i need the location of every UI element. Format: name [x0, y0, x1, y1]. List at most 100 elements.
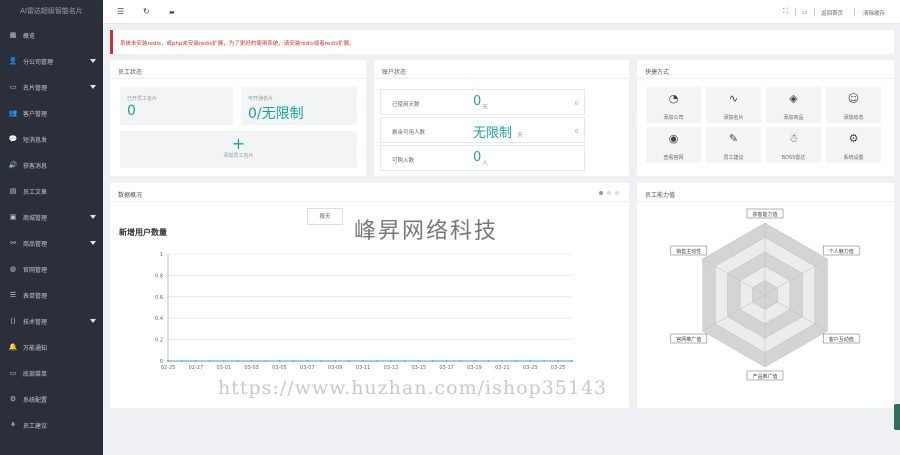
- divider: [637, 78, 894, 79]
- data-point: [167, 360, 169, 362]
- sidebar-item[interactable]: ▭ 底部菜单: [0, 360, 103, 386]
- x-tick-label: 03-09: [328, 365, 343, 371]
- data-point: [222, 360, 225, 362]
- sidebar-item-label: 底部菜单: [23, 370, 48, 378]
- stat-label: 可开通名片: [248, 96, 274, 102]
- sidebar-item[interactable]: ▭ 名片管理: [0, 74, 103, 100]
- clear-cache-link[interactable]: 清除缓存: [863, 9, 885, 17]
- account-row-label: 可购入数: [392, 158, 415, 164]
- side-float-tab[interactable]: [894, 404, 900, 430]
- sidebar-item[interactable]: 🔊 获客消息: [0, 152, 103, 178]
- x-tick-label: 03-03: [244, 365, 259, 371]
- account-row: 可购入数 0 人: [380, 145, 585, 171]
- y-tick-label: 1: [160, 252, 163, 258]
- panel-title: 员工能力值: [645, 192, 676, 199]
- quick-tile[interactable]: ☃ BOSS雷达: [766, 127, 821, 163]
- notification-icon[interactable]: ▬: [169, 9, 175, 16]
- x-tick-label: 02-25: [161, 365, 176, 371]
- sidebar-item[interactable]: ⚙ 系统配置: [0, 386, 103, 412]
- radar-indicator-label: 个人魅力值: [829, 248, 854, 255]
- quick-tile-label: 系统设置: [843, 155, 864, 161]
- data-point: [264, 360, 267, 362]
- y-tick-label: 0.4: [155, 316, 163, 322]
- data-point: [389, 360, 392, 362]
- sidebar-item[interactable]: ▣ 商城管理: [0, 204, 103, 230]
- sidebar-item[interactable]: ⟨⟩ 技术管理: [0, 308, 103, 334]
- boss-icon: ☃: [788, 132, 799, 145]
- quick-tile-label: 员工建议: [723, 155, 744, 161]
- dashboard-icon: ◔: [668, 92, 679, 105]
- data-point: [292, 360, 295, 362]
- back-home-link[interactable]: 返回首页: [821, 9, 843, 17]
- form-icon: ☰: [9, 291, 17, 299]
- pulse-icon: ∿: [728, 92, 739, 105]
- sidebar-item[interactable]: ◍ 官网管理: [0, 256, 103, 282]
- available-cards-stat: 可开通名片 0/无限制: [241, 87, 357, 125]
- sidebar-item[interactable]: ⚯ 商品管理: [0, 230, 103, 256]
- settings-icon: ⚙: [848, 132, 859, 145]
- message-icon[interactable]: ▭: [802, 9, 808, 16]
- menu-toggle-icon[interactable]: ☰: [117, 7, 124, 16]
- y-tick-label: 0.2: [155, 338, 163, 344]
- add-label: 添加员工名片: [223, 153, 254, 159]
- sidebar-item[interactable]: 👤 分公司管理: [0, 48, 103, 74]
- data-point: [348, 360, 351, 362]
- sidebar-item-label: 概览: [23, 32, 36, 40]
- data-point: [180, 360, 183, 362]
- alert-text: 系统未安装redis，或php未安装redis扩展，为了更好的使用系统，请安装r…: [120, 41, 355, 47]
- quick-tile[interactable]: ∿ 添加名片: [706, 87, 761, 123]
- sidebar-item[interactable]: ⚘ 员工建议: [0, 412, 103, 438]
- refresh-icon[interactable]: ↻: [143, 7, 150, 16]
- sidebar-item[interactable]: 🔔 万能通知: [0, 334, 103, 360]
- quick-tile[interactable]: ✎ 员工建议: [706, 127, 761, 163]
- layers-icon: ◈: [789, 92, 798, 105]
- quick-tile[interactable]: ⚙ 系统设置: [826, 127, 881, 163]
- carousel-dot[interactable]: [599, 191, 603, 195]
- smile-icon: ☺: [847, 92, 860, 105]
- x-tick-label: 03-11: [356, 365, 371, 371]
- carousel-dot[interactable]: [615, 191, 619, 195]
- data-point: [306, 360, 309, 362]
- data-point: [515, 360, 518, 362]
- radar-indicator-label: 获客能力值: [752, 211, 777, 218]
- sidebar-item[interactable]: 💬 短消息发: [0, 126, 103, 152]
- quick-tile-label: 添加公司: [663, 115, 684, 121]
- account-row: 已使用天数 0 天 0: [380, 89, 585, 115]
- quick-tile-label: 添加商品: [783, 115, 804, 121]
- quick-tile-label: BOSS雷达: [781, 155, 806, 161]
- sidebar-item-label: 万能通知: [23, 344, 48, 352]
- sidebar-item[interactable]: ▤ 员工文章: [0, 178, 103, 204]
- carousel-dot[interactable]: [607, 191, 611, 195]
- data-point: [334, 360, 337, 362]
- shop-icon: ▣: [9, 213, 17, 221]
- fullscreen-icon[interactable]: ⛶: [783, 7, 788, 16]
- data-point: [320, 360, 323, 362]
- radar-indicator-label: 客户互动值: [829, 336, 854, 343]
- account-row-number: 0: [574, 129, 578, 135]
- add-staff-card-button[interactable]: + 添加员工名片: [120, 131, 357, 168]
- divider: [854, 8, 855, 16]
- quick-tile[interactable]: ◔ 添加公司: [646, 87, 701, 123]
- stat-label: 已开员工名片: [127, 96, 158, 102]
- account-row: 剩余可用人数 无限制天 0: [380, 117, 585, 143]
- sidebar-item[interactable]: 👥 客户管理: [0, 100, 103, 126]
- quick-tile[interactable]: ◈ 添加商品: [766, 87, 821, 123]
- user-icon: 👤: [8, 57, 18, 65]
- data-point: [557, 360, 560, 362]
- data-point: [445, 360, 448, 362]
- gear-icon: ⚙: [9, 395, 17, 403]
- quick-tile[interactable]: ☺ 添加动态: [826, 87, 881, 123]
- sidebar-item-label: 名片管理: [23, 84, 48, 92]
- quick-actions-panel: 快捷方式 ◔ 添加公司 ∿ 添加名片 ◈ 添加商品 ☺ 添加动态 ◉ 查看官网 ✎ 员工建议 ☃ BOSS…: [637, 60, 894, 176]
- chevron-down-icon: [90, 215, 96, 219]
- divider: [110, 201, 629, 202]
- quick-tile[interactable]: ◉ 查看官网: [646, 127, 701, 163]
- sidebar-item[interactable]: ☰ 表单管理: [0, 282, 103, 308]
- sidebar-item-label: 客户管理: [23, 110, 48, 118]
- sidebar-item[interactable]: ▦ 概览: [0, 22, 103, 48]
- divider: [814, 8, 815, 16]
- divider: [110, 78, 366, 79]
- data-point: [529, 360, 532, 362]
- data-point: [362, 360, 365, 362]
- data-point: [250, 360, 253, 362]
